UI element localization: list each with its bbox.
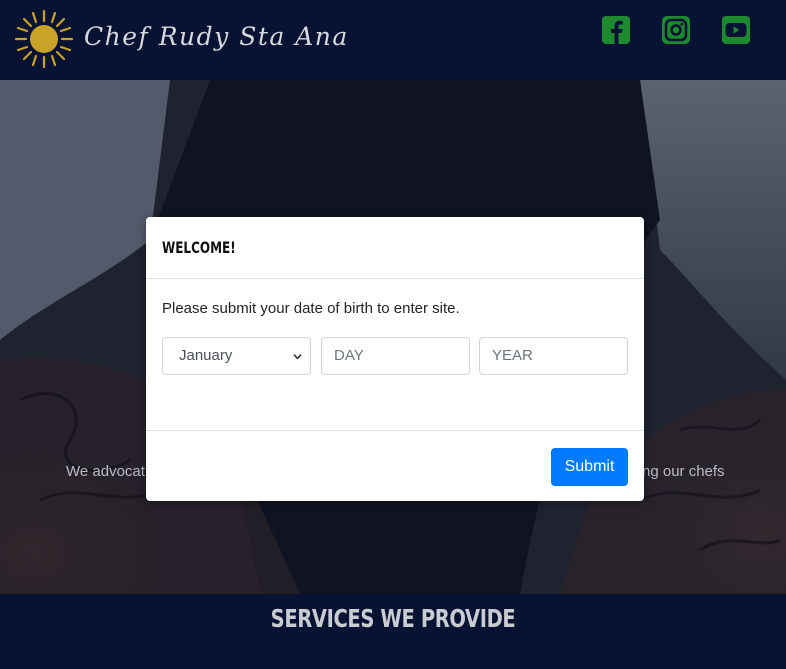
modal-footer: Submit bbox=[146, 430, 644, 501]
age-verification-modal: WELCOME! Please submit your date of birt… bbox=[146, 217, 644, 501]
modal-prompt: Please submit your date of birth to ente… bbox=[162, 300, 460, 317]
year-input-placeholder: YEAR bbox=[492, 347, 533, 364]
day-input-placeholder: DAY bbox=[334, 347, 364, 364]
modal-title: WELCOME! bbox=[162, 238, 236, 257]
submit-button[interactable]: Submit bbox=[551, 448, 628, 486]
chevron-down-icon bbox=[293, 354, 302, 360]
month-select-value: January bbox=[179, 347, 233, 364]
year-input[interactable]: YEAR bbox=[479, 337, 628, 375]
modal-header: WELCOME! bbox=[146, 217, 644, 279]
modal-body: Please submit your date of birth to ente… bbox=[146, 280, 644, 430]
day-input[interactable]: DAY bbox=[321, 337, 470, 375]
month-select[interactable]: January bbox=[162, 337, 311, 375]
